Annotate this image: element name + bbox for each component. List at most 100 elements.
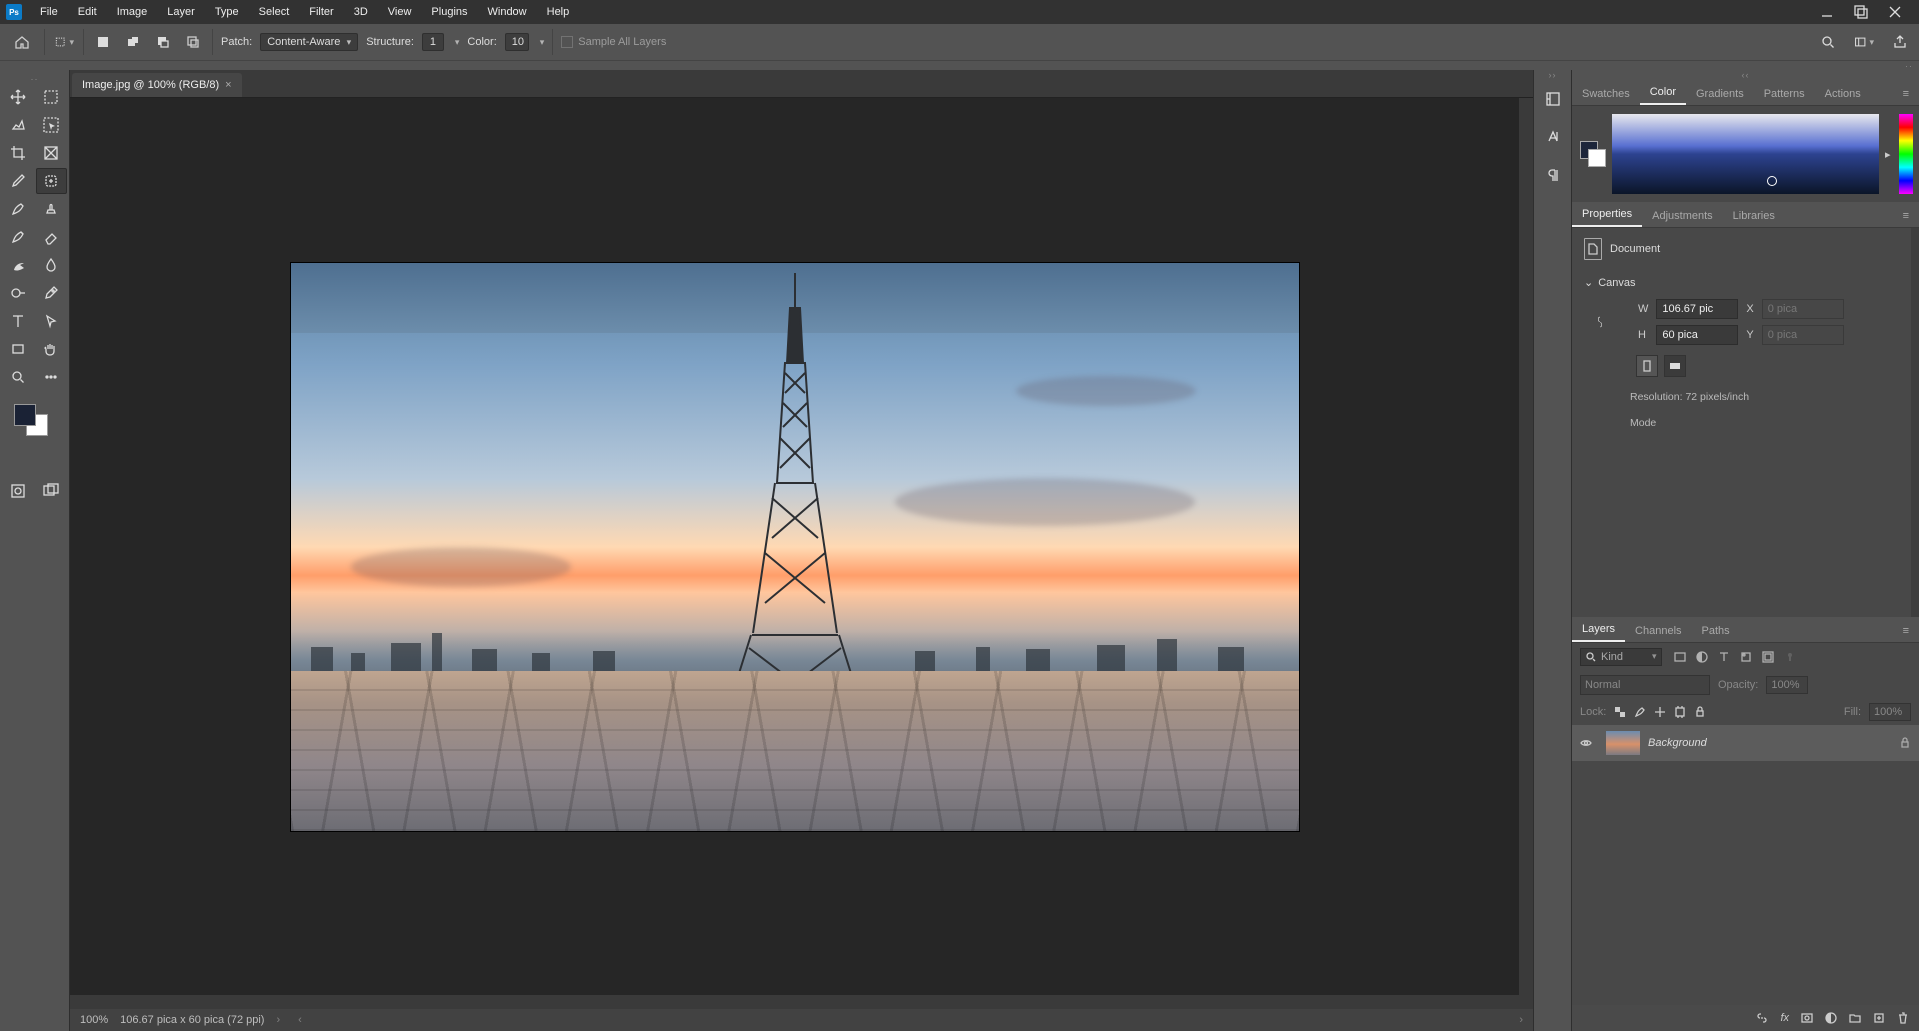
share-icon[interactable]: [1889, 31, 1911, 53]
vertical-scrollbar[interactable]: [1519, 98, 1533, 995]
tab-libraries[interactable]: Libraries: [1723, 205, 1785, 227]
eyedropper-tool[interactable]: [2, 168, 34, 194]
mask-icon[interactable]: [1801, 1012, 1813, 1024]
color-swatches[interactable]: [2, 400, 67, 450]
dock-history-icon[interactable]: [1534, 80, 1571, 118]
subtract-selection-icon[interactable]: [152, 31, 174, 53]
visibility-toggle[interactable]: [1580, 737, 1598, 749]
panel-menu-icon[interactable]: ≡: [1893, 83, 1919, 105]
new-layer-icon[interactable]: [1873, 1012, 1885, 1024]
menu-window[interactable]: Window: [478, 2, 537, 22]
delete-icon[interactable]: [1897, 1012, 1909, 1024]
menu-plugins[interactable]: Plugins: [421, 2, 477, 22]
y-input[interactable]: 0 pica: [1762, 325, 1844, 345]
portrait-button[interactable]: [1636, 355, 1658, 377]
height-input[interactable]: 60 pica: [1656, 325, 1738, 345]
adjustment-icon[interactable]: [1825, 1012, 1837, 1024]
marquee-tool[interactable]: [36, 84, 68, 110]
hue-slider[interactable]: [1899, 114, 1913, 194]
lock-position-icon[interactable]: [1654, 706, 1666, 718]
tool-preset-icon[interactable]: ▾: [53, 31, 75, 53]
document-tab[interactable]: Image.jpg @ 100% (RGB/8) ×: [72, 73, 242, 97]
menu-file[interactable]: File: [30, 2, 68, 22]
quickmask-icon[interactable]: [6, 478, 30, 504]
layer-name[interactable]: Background: [1648, 737, 1707, 749]
screenmode-icon[interactable]: [39, 478, 63, 504]
horizontal-scrollbar[interactable]: [70, 995, 1533, 1009]
rectangle-tool[interactable]: [2, 336, 34, 362]
group-icon[interactable]: [1849, 1012, 1861, 1024]
brush-tool[interactable]: [2, 196, 34, 222]
menu-edit[interactable]: Edit: [68, 2, 107, 22]
filter-adjust-icon[interactable]: [1696, 651, 1708, 663]
window-close-button[interactable]: [1885, 2, 1905, 22]
mini-swatches[interactable]: [1580, 141, 1606, 167]
layer-locked-icon[interactable]: [1899, 737, 1911, 749]
lasso-tool[interactable]: [2, 112, 34, 138]
menu-type[interactable]: Type: [205, 2, 249, 22]
patch-tool[interactable]: [36, 168, 68, 194]
crop-tool[interactable]: [2, 140, 34, 166]
layer-filter-select[interactable]: ▾: [1580, 648, 1662, 666]
tab-channels[interactable]: Channels: [1625, 620, 1691, 642]
sample-all-layers-checkbox[interactable]: Sample All Layers: [561, 36, 666, 48]
window-maximize-button[interactable]: [1851, 2, 1871, 22]
tab-color[interactable]: Color: [1640, 81, 1686, 105]
fill-input[interactable]: 100%: [1869, 703, 1911, 721]
structure-value-input[interactable]: 1: [422, 33, 444, 51]
tab-patterns[interactable]: Patterns: [1754, 83, 1815, 105]
tab-close-icon[interactable]: ×: [225, 79, 231, 91]
menu-layer[interactable]: Layer: [157, 2, 205, 22]
menu-view[interactable]: View: [378, 2, 422, 22]
panel-menu-icon[interactable]: ≡: [1893, 620, 1919, 642]
hand-tool[interactable]: [36, 336, 68, 362]
dock-character-icon[interactable]: [1534, 118, 1571, 156]
lock-image-icon[interactable]: [1634, 706, 1646, 718]
x-input[interactable]: 0 pica: [1762, 299, 1844, 319]
lock-all-icon[interactable]: [1694, 706, 1706, 718]
blend-mode-select[interactable]: Normal: [1580, 675, 1710, 695]
path-select-tool[interactable]: [36, 308, 68, 334]
tab-swatches[interactable]: Swatches: [1572, 83, 1640, 105]
dock-paragraph-icon[interactable]: [1534, 156, 1571, 194]
menu-image[interactable]: Image: [107, 2, 158, 22]
opacity-input[interactable]: 100%: [1766, 676, 1808, 694]
home-button[interactable]: [8, 28, 36, 56]
tab-paths[interactable]: Paths: [1692, 620, 1740, 642]
add-selection-icon[interactable]: [122, 31, 144, 53]
canvas-area[interactable]: [70, 98, 1519, 995]
patch-mode-select[interactable]: Content-Aware▾: [260, 33, 358, 51]
tab-actions[interactable]: Actions: [1815, 83, 1871, 105]
new-selection-icon[interactable]: [92, 31, 114, 53]
history-brush-tool[interactable]: [2, 224, 34, 250]
menu-3d[interactable]: 3D: [344, 2, 378, 22]
window-minimize-button[interactable]: [1817, 2, 1837, 22]
filter-smart-icon[interactable]: [1762, 651, 1774, 663]
layer-filter-input[interactable]: [1601, 651, 1645, 663]
color-value-input[interactable]: 10: [505, 33, 529, 51]
object-select-tool[interactable]: [36, 112, 68, 138]
tab-properties[interactable]: Properties: [1572, 203, 1642, 227]
link-wh-icon[interactable]: [1594, 299, 1606, 345]
foreground-swatch[interactable]: [14, 404, 36, 426]
intersect-selection-icon[interactable]: [182, 31, 204, 53]
layer-row-background[interactable]: Background: [1572, 725, 1919, 761]
view-mode-icon[interactable]: ▾: [1853, 31, 1875, 53]
zoom-tool[interactable]: [2, 364, 34, 390]
menu-help[interactable]: Help: [537, 2, 580, 22]
canvas-section-toggle[interactable]: ⌄Canvas: [1584, 276, 1899, 289]
tab-adjustments[interactable]: Adjustments: [1642, 205, 1723, 227]
width-input[interactable]: 106.67 pic: [1656, 299, 1738, 319]
pen-tool[interactable]: [36, 280, 68, 306]
type-tool[interactable]: [2, 308, 34, 334]
tab-gradients[interactable]: Gradients: [1686, 83, 1754, 105]
gradient-tool[interactable]: [2, 252, 34, 278]
fx-icon[interactable]: fx: [1780, 1012, 1789, 1024]
clone-stamp-tool[interactable]: [36, 196, 68, 222]
edit-toolbar[interactable]: [36, 364, 68, 390]
filter-shape-icon[interactable]: [1740, 651, 1752, 663]
menu-filter[interactable]: Filter: [299, 2, 343, 22]
color-field[interactable]: [1612, 114, 1879, 194]
lock-transparent-icon[interactable]: [1614, 706, 1626, 718]
panel-menu-icon[interactable]: ≡: [1893, 205, 1919, 227]
